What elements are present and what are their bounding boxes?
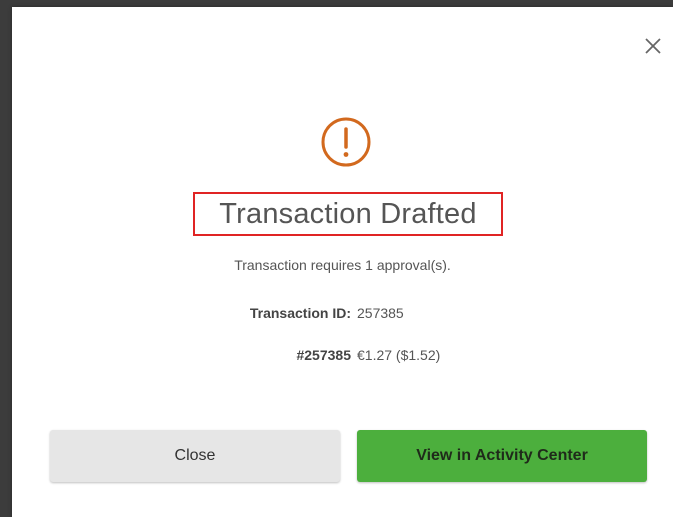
transaction-amount-row: #257385 €1.27 ($1.52)	[12, 347, 673, 365]
exclamation-circle-icon	[319, 115, 373, 169]
transaction-id-value: 257385	[357, 305, 404, 321]
transaction-reference: #257385	[296, 347, 351, 363]
close-icon[interactable]	[640, 33, 666, 59]
transaction-id-label: Transaction ID:	[249, 305, 351, 321]
view-in-activity-center-button[interactable]: View in Activity Center	[357, 430, 647, 482]
dialog-title: Transaction Drafted	[219, 197, 477, 230]
close-button[interactable]: Close	[50, 430, 340, 482]
transaction-dialog: Transaction Drafted Transaction requires…	[12, 7, 673, 517]
dialog-subtitle: Transaction requires 1 approval(s).	[234, 257, 451, 273]
title-highlight-box: Transaction Drafted	[193, 192, 503, 236]
transaction-amount: €1.27 ($1.52)	[357, 347, 441, 363]
transaction-id-row: Transaction ID: 257385	[12, 305, 673, 323]
